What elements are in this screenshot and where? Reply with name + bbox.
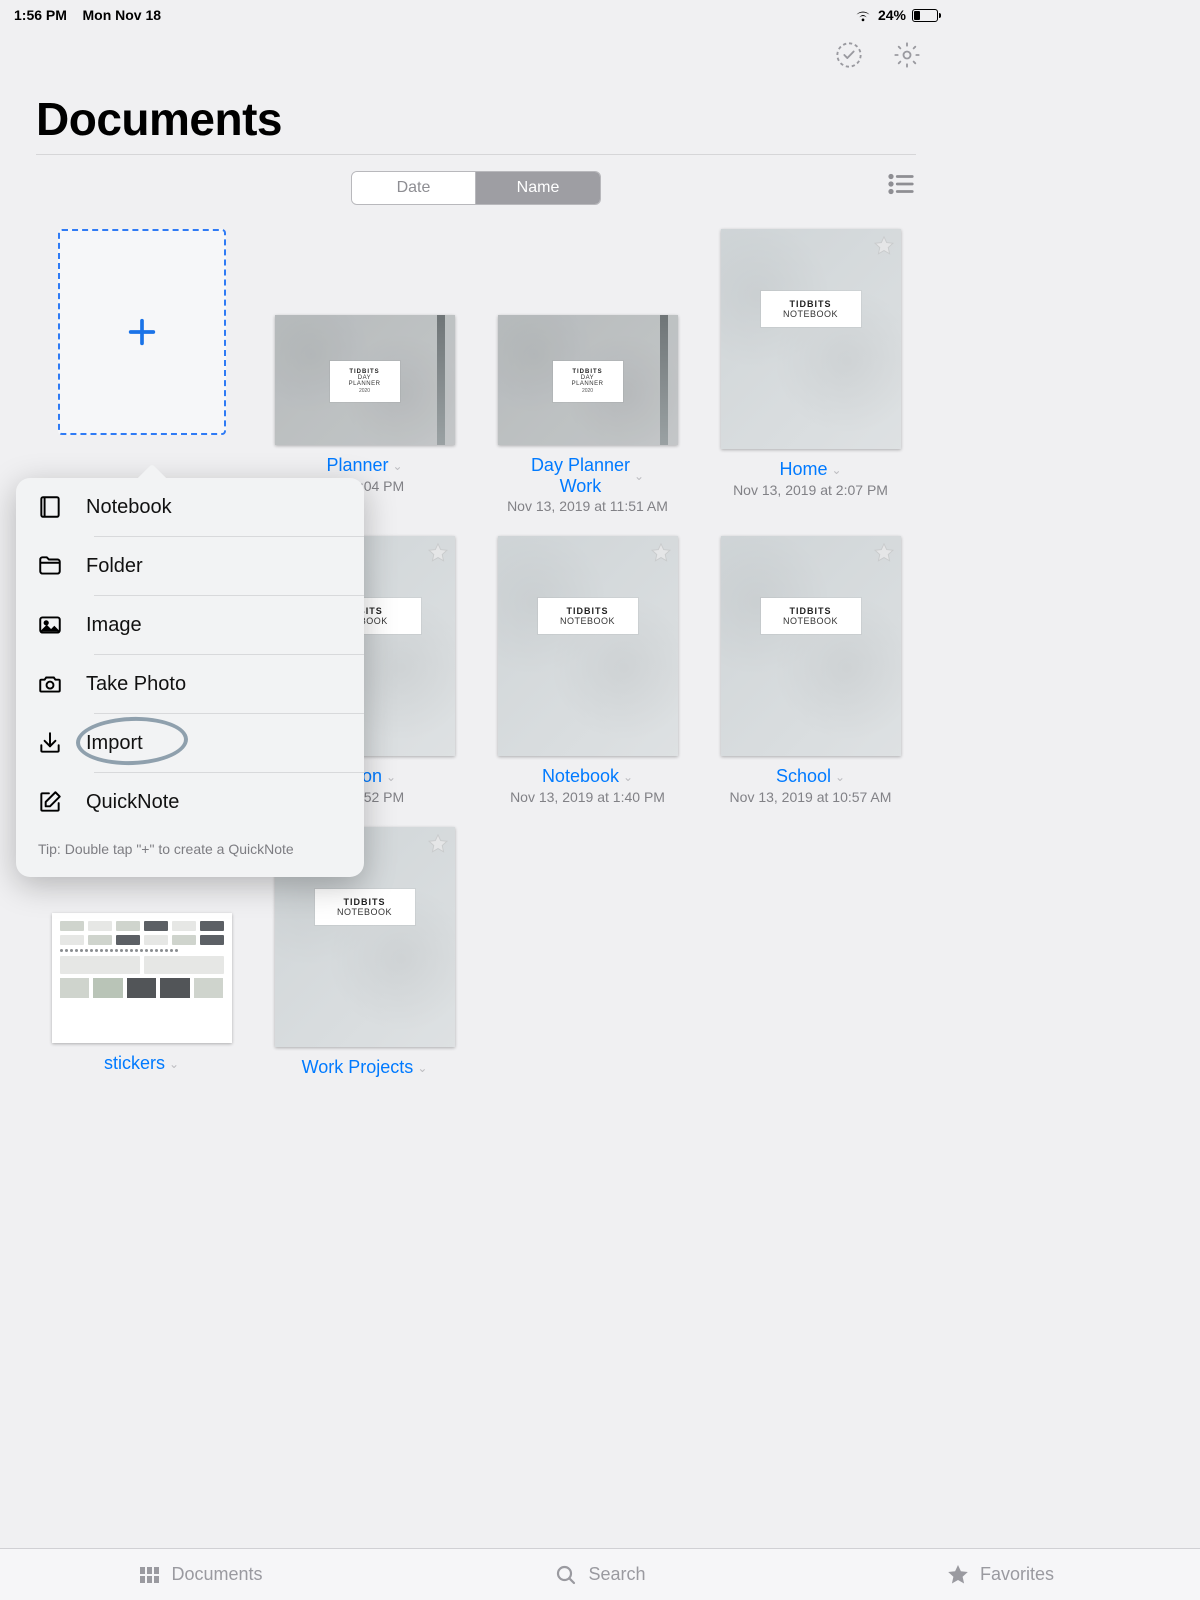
- tab-documents[interactable]: Documents: [0, 1549, 400, 1600]
- doc-title: School: [776, 766, 831, 787]
- chevron-down-icon[interactable]: ⌄: [417, 1061, 427, 1075]
- gear-icon[interactable]: [892, 40, 922, 70]
- popover-folder[interactable]: Folder: [16, 537, 364, 595]
- list-view-icon[interactable]: [886, 169, 916, 204]
- new-document-button[interactable]: [58, 229, 226, 435]
- popover-label: Folder: [86, 555, 143, 578]
- popover-import[interactable]: Import: [16, 714, 364, 772]
- document-home[interactable]: TIDBITS NOTEBOOK Home ⌄ Nov 13, 2019 at …: [705, 229, 916, 514]
- popover-notebook[interactable]: Notebook: [16, 478, 364, 536]
- search-icon: [554, 1563, 578, 1587]
- popover-take-photo[interactable]: Take Photo: [16, 655, 364, 713]
- status-time: 1:56 PM: [14, 7, 67, 23]
- chevron-down-icon[interactable]: ⌄: [169, 1057, 179, 1071]
- document-day-planner[interactable]: TIDBITS DAY PLANNER 2020 Planner ⌄ 9 at …: [259, 229, 470, 514]
- popover-image[interactable]: Image: [16, 596, 364, 654]
- favorite-star-icon[interactable]: [427, 833, 449, 860]
- cover-brand: TIDBITS: [773, 606, 849, 616]
- favorite-star-icon[interactable]: [873, 542, 895, 569]
- cover-year: 2020: [342, 388, 388, 394]
- tab-label: Search: [588, 1564, 645, 1585]
- tab-favorites[interactable]: Favorites: [800, 1549, 1200, 1600]
- quicknote-icon: [36, 789, 64, 815]
- doc-date: Nov 13, 2019 at 11:51 AM: [507, 498, 668, 514]
- cover-title: NOTEBOOK: [550, 616, 626, 626]
- cover-year: 2020: [565, 388, 611, 394]
- battery-percent: 24%: [878, 7, 906, 23]
- tab-label: Documents: [171, 1564, 262, 1585]
- cover-title: NOTEBOOK: [773, 616, 849, 626]
- popover-label: Take Photo: [86, 673, 186, 696]
- chevron-down-icon[interactable]: ⌄: [831, 463, 841, 477]
- battery-icon: [912, 9, 938, 22]
- chevron-down-icon[interactable]: ⌄: [623, 770, 633, 784]
- doc-date: Nov 13, 2019 at 2:07 PM: [733, 482, 888, 498]
- doc-date: Nov 13, 2019 at 10:57 AM: [730, 789, 892, 805]
- cover-brand: TIDBITS: [327, 897, 403, 907]
- doc-title: Work Projects: [302, 1057, 414, 1078]
- chevron-down-icon[interactable]: ⌄: [835, 770, 845, 784]
- favorite-star-icon[interactable]: [873, 235, 895, 262]
- doc-date: Nov 13, 2019 at 1:40 PM: [510, 789, 665, 805]
- camera-icon: [36, 671, 64, 697]
- cover-title: NOTEBOOK: [327, 907, 403, 917]
- cover-title: DAY PLANNER: [565, 375, 611, 387]
- import-icon: [36, 730, 64, 756]
- status-date: Mon Nov 18: [82, 7, 161, 23]
- document-notebook[interactable]: TIDBITS NOTEBOOK Notebook ⌄ Nov 13, 2019…: [482, 536, 693, 805]
- tab-search[interactable]: Search: [400, 1549, 800, 1600]
- doc-title-line2: Work: [560, 476, 602, 497]
- popover-label: QuickNote: [86, 791, 179, 814]
- wifi-icon: [854, 8, 872, 22]
- doc-title: Planner: [326, 455, 388, 476]
- new-document-popover: Notebook Folder Image Take Photo Import …: [16, 478, 364, 877]
- cover-title: DAY PLANNER: [342, 375, 388, 387]
- popover-quicknote[interactable]: QuickNote: [16, 773, 364, 831]
- popover-label: Import: [86, 732, 143, 755]
- tab-label: Favorites: [980, 1564, 1054, 1585]
- favorite-star-icon[interactable]: [650, 542, 672, 569]
- star-icon: [946, 1563, 970, 1587]
- doc-title: stickers: [104, 1053, 165, 1074]
- image-icon: [36, 612, 64, 638]
- sort-segmented-control[interactable]: Date Name: [351, 171, 601, 205]
- doc-title: Home: [779, 459, 827, 480]
- cover-brand: TIDBITS: [773, 299, 849, 309]
- page-title: Documents: [0, 70, 952, 154]
- folder-icon: [36, 553, 64, 579]
- doc-title: Day Planner: [531, 455, 630, 476]
- favorite-star-icon[interactable]: [427, 542, 449, 569]
- chevron-down-icon[interactable]: ⌄: [392, 459, 402, 473]
- popover-tip: Tip: Double tap "+" to create a QuickNot…: [16, 831, 364, 863]
- chevron-down-icon[interactable]: ⌄: [634, 469, 644, 483]
- cover-brand: TIDBITS: [550, 606, 626, 616]
- notebook-icon: [36, 494, 64, 520]
- popover-label: Image: [86, 614, 142, 637]
- popover-label: Notebook: [86, 496, 172, 519]
- chevron-down-icon[interactable]: ⌄: [386, 770, 396, 784]
- doc-title: Notebook: [542, 766, 619, 787]
- select-checkmark-icon[interactable]: [834, 40, 864, 70]
- cover-title: NOTEBOOK: [773, 309, 849, 319]
- document-school[interactable]: TIDBITS NOTEBOOK School ⌄ Nov 13, 2019 a…: [705, 536, 916, 805]
- bottom-tab-bar: Documents Search Favorites: [0, 1548, 1200, 1600]
- document-day-planner-work[interactable]: TIDBITS DAY PLANNER 2020 Day Planner Wor…: [482, 229, 693, 514]
- sort-name-button[interactable]: Name: [476, 172, 600, 204]
- sort-date-button[interactable]: Date: [352, 172, 476, 204]
- grid-icon: [137, 1563, 161, 1587]
- status-bar: 1:56 PM Mon Nov 18 24%: [0, 0, 952, 26]
